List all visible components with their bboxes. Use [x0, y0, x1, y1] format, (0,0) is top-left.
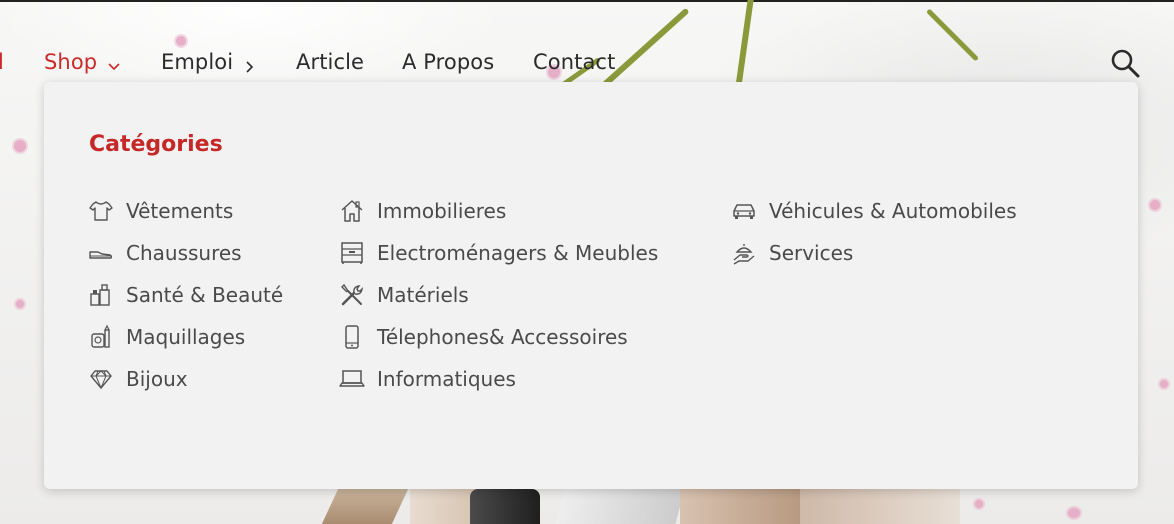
category-item-label: Informatiques: [377, 367, 516, 391]
decorative-flower: [975, 500, 983, 508]
category-item-chaussures[interactable]: Chaussures: [88, 232, 283, 274]
tools-icon: [339, 282, 365, 308]
category-item-electromenagers[interactable]: Electroménagers & Meubles: [339, 232, 658, 274]
decorative-flower: [16, 300, 24, 308]
laptop-icon: [339, 366, 365, 392]
decorative-lipstick: [470, 489, 540, 524]
nav-item-partial-label: l: [0, 50, 4, 74]
category-item-services[interactable]: Services: [731, 232, 1017, 274]
category-item-vetements[interactable]: Vêtements: [88, 190, 283, 232]
category-column-2: Immobilieres Electroménagers & Meubles M…: [339, 190, 658, 400]
top-border: [0, 0, 1174, 2]
shop-dropdown-menu: Catégories Vêtements Chaussures Santé & …: [44, 82, 1138, 489]
shoe-icon: [88, 240, 114, 266]
nav-item-a-propos[interactable]: A Propos: [402, 50, 494, 74]
category-item-label: Chaussures: [126, 241, 242, 265]
decorative-flower: [14, 140, 26, 152]
category-item-immobilieres[interactable]: Immobilieres: [339, 190, 658, 232]
makeup-icon: [88, 324, 114, 350]
category-item-materiels[interactable]: Matériels: [339, 274, 658, 316]
category-item-bijoux[interactable]: Bijoux: [88, 358, 283, 400]
category-item-maquillages[interactable]: Maquillages: [88, 316, 283, 358]
category-item-label: Santé & Beauté: [126, 283, 284, 307]
phone-icon: [339, 324, 365, 350]
category-item-label: Véhicules & Automobiles: [769, 199, 1017, 223]
category-item-label: Maquillages: [126, 325, 246, 349]
categories-title: Catégories: [89, 132, 223, 157]
house-icon: [339, 198, 365, 224]
category-item-sante-beaute[interactable]: Santé & Beauté: [88, 274, 283, 316]
category-column-3: Véhicules & Automobiles Services: [731, 190, 1017, 274]
nav-item-article-label: Article: [296, 50, 365, 74]
nav-item-shop[interactable]: Shop: [44, 50, 121, 74]
nav-item-shop-label: Shop: [44, 50, 98, 74]
nav-item-emploi-label: Emploi: [161, 50, 234, 74]
decorative-brush: [321, 489, 409, 524]
shirt-icon: [88, 198, 114, 224]
nav-item-contact-label: Contact: [533, 50, 616, 74]
nav-item-emploi[interactable]: Emploi: [161, 50, 257, 74]
decorative-flower: [1160, 380, 1168, 388]
nav-item-partial[interactable]: l: [0, 50, 4, 74]
service-hand-icon: [731, 240, 757, 266]
decorative-box: [555, 489, 685, 524]
category-item-informatiques[interactable]: Informatiques: [339, 358, 658, 400]
category-item-telephones[interactable]: Télephones& Accessoires: [339, 316, 658, 358]
nav-item-article[interactable]: Article: [296, 50, 364, 74]
cosmetics-icon: [88, 282, 114, 308]
category-item-label: Services: [769, 241, 854, 265]
category-column-1: Vêtements Chaussures Santé & Beauté Maqu…: [88, 190, 283, 400]
category-item-vehicules[interactable]: Véhicules & Automobiles: [731, 190, 1017, 232]
search-icon[interactable]: [1108, 46, 1142, 80]
decorative-flower: [1150, 200, 1160, 210]
category-item-label: Immobilieres: [377, 199, 507, 223]
chevron-down-icon: [107, 55, 121, 71]
nav-item-contact[interactable]: Contact: [533, 50, 615, 74]
category-item-label: Télephones& Accessoires: [377, 325, 628, 349]
category-item-label: Bijoux: [126, 367, 188, 391]
car-icon: [731, 198, 757, 224]
decorative-palette: [680, 489, 800, 524]
category-item-label: Matériels: [377, 283, 469, 307]
category-item-label: Vêtements: [126, 199, 234, 223]
category-item-label: Electroménagers & Meubles: [377, 241, 659, 265]
decorative-book: [800, 489, 960, 524]
furniture-icon: [339, 240, 365, 266]
chevron-right-icon: [243, 55, 257, 73]
diamond-icon: [88, 366, 114, 392]
decorative-flower: [1068, 508, 1080, 518]
nav-item-a-propos-label: A Propos: [402, 50, 495, 74]
